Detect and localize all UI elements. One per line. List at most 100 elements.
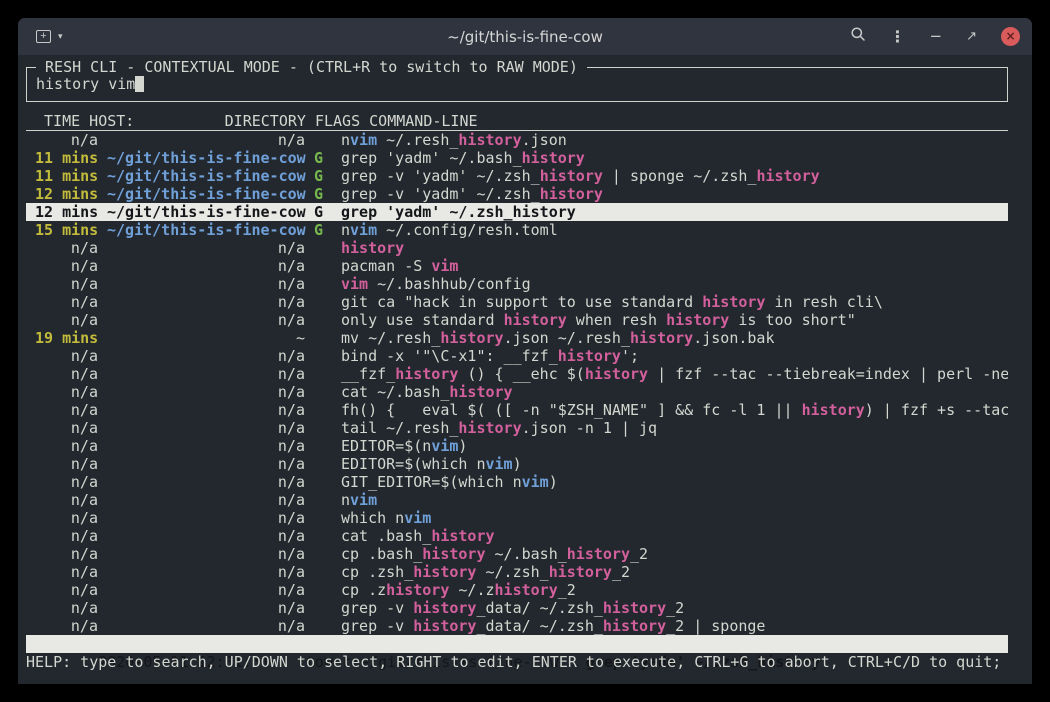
history-list: n/an/anvim ~/.resh_history.json11 mins~/… <box>26 131 1008 635</box>
history-row[interactable]: n/an/agrep -v history_data/ ~/.zsh_histo… <box>26 617 1008 635</box>
restore-button[interactable]: ↗ <box>966 27 977 46</box>
history-row[interactable]: n/an/avim ~/.bashhub/config <box>26 275 1008 293</box>
command-segment: grep 'yadm' ~/.bash_ <box>341 149 522 167</box>
history-row[interactable]: n/an/aonly use standard history when res… <box>26 311 1008 329</box>
minimize-button[interactable]: − <box>930 27 943 46</box>
history-row-selected[interactable]: 12 mins~/git/this-is-fine-cowGgrep 'yadm… <box>26 203 1008 221</box>
command-segment: history <box>504 311 567 329</box>
row-time: n/a <box>35 365 98 383</box>
row-command: grep -v history_data/ ~/.zsh_history_2 |… <box>341 617 765 635</box>
command-segment: ~/.config/resh.toml <box>377 221 558 239</box>
row-directory: n/a <box>107 131 305 149</box>
history-row[interactable]: n/an/afh() { eval $( ([ -n "$ZSH_NAME" ]… <box>26 401 1008 419</box>
row-directory: n/a <box>107 599 305 617</box>
row-time: n/a <box>35 455 98 473</box>
new-tab-button[interactable]: + ▾ <box>30 26 69 47</box>
history-row[interactable]: n/an/acp .bash_history ~/.bash_history_2 <box>26 545 1008 563</box>
row-time: n/a <box>35 275 98 293</box>
row-time: 12 mins <box>35 185 98 203</box>
search-icon[interactable] <box>850 26 866 47</box>
history-row[interactable]: n/an/acp .zhistory ~/.zhistory_2 <box>26 581 1008 599</box>
history-row[interactable]: n/an/agit ca "hack in support to use sta… <box>26 293 1008 311</box>
command-segment: history <box>458 419 521 437</box>
row-directory: n/a <box>107 527 305 545</box>
command-segment: mv ~/.resh_ <box>341 329 440 347</box>
history-row[interactable]: n/an/acat ~/.bash_history <box>26 383 1008 401</box>
row-command: cp .zsh_history ~/.zsh_history_2 <box>341 563 630 581</box>
row-directory: ~/git/this-is-fine-cow <box>107 221 305 239</box>
history-row[interactable]: 12 mins~/git/this-is-fine-cowGgrep -v 'y… <box>26 185 1008 203</box>
history-row[interactable]: n/an/aGIT_EDITOR=$(which nvim) <box>26 473 1008 491</box>
command-segment: _2 | sponge <box>666 617 765 635</box>
history-row[interactable]: 11 mins~/git/this-is-fine-cowGgrep 'yadm… <box>26 149 1008 167</box>
command-segment: history <box>413 617 476 635</box>
row-directory: n/a <box>107 419 305 437</box>
history-row[interactable]: 15 mins~/git/this-is-fine-cowGnvim ~/.co… <box>26 221 1008 239</box>
command-segment: history <box>567 545 630 563</box>
command-segment: .json ~/.resh_ <box>504 329 630 347</box>
close-button[interactable]: × <box>1001 27 1020 46</box>
history-row[interactable]: n/an/abind -x '"\C-x1": __fzf_history'; <box>26 347 1008 365</box>
row-time: n/a <box>35 437 98 455</box>
row-command: tail ~/.resh_history.json -n 1 | jq <box>341 419 657 437</box>
history-row[interactable]: 19 mins~mv ~/.resh_history.json ~/.resh_… <box>26 329 1008 347</box>
history-row[interactable]: n/an/a__fzf_history () { __ehc $(history… <box>26 365 1008 383</box>
command-segment: cp .z <box>341 581 386 599</box>
command-segment: _data/ ~/.zsh_ <box>476 599 602 617</box>
menu-icon[interactable]: ⋮ <box>890 27 906 46</box>
row-command: grep -v 'yadm' ~/.zsh_history | sponge ~… <box>341 167 820 185</box>
history-row[interactable]: n/an/agrep -v history_data/ ~/.zsh_histo… <box>26 599 1008 617</box>
row-directory: n/a <box>107 239 305 257</box>
command-segment: grep -v 'yadm' ~/.zsh_ <box>341 185 540 203</box>
search-query-text: history vim <box>36 75 135 93</box>
history-row[interactable]: n/an/apacman -S vim <box>26 257 1008 275</box>
search-frame-title: RESH CLI - CONTEXTUAL MODE - (CTRL+R to … <box>36 58 587 76</box>
row-flags: G <box>314 221 332 239</box>
row-time: n/a <box>35 581 98 599</box>
row-command: nvim ~/.resh_history.json <box>341 131 567 149</box>
command-segment: history <box>341 239 404 257</box>
command-segment: history <box>603 599 666 617</box>
row-command: grep 'yadm' ~/.bash_history <box>341 149 585 167</box>
row-time: n/a <box>35 401 98 419</box>
history-row[interactable]: n/an/anvim <box>26 491 1008 509</box>
history-row[interactable]: 11 mins~/git/this-is-fine-cowGgrep -v 'y… <box>26 167 1008 185</box>
row-time: n/a <box>35 131 98 149</box>
chevron-down-icon: ▾ <box>58 31 63 42</box>
command-segment: ~/.zsh_ <box>476 563 548 581</box>
row-time: n/a <box>35 383 98 401</box>
command-segment: history <box>630 329 693 347</box>
command-segment: | sponge ~/.zsh_ <box>603 167 757 185</box>
command-segment: GIT_EDITOR=$(which n <box>341 473 522 491</box>
command-segment: ~/.bashhub/config <box>368 275 531 293</box>
history-row[interactable]: n/an/acp .zsh_history ~/.zsh_history_2 <box>26 563 1008 581</box>
command-segment: history <box>386 581 449 599</box>
help-line: HELP: type to search, UP/DOWN to select,… <box>26 653 1008 671</box>
row-command: grep 'yadm' ~/.zsh_history <box>341 203 576 221</box>
command-segment: which n <box>341 509 404 527</box>
command-segment: history <box>756 167 819 185</box>
command-segment: bind -x '"\C-x1": __fzf_ <box>341 347 558 365</box>
command-segment: history <box>413 599 476 617</box>
history-row[interactable]: n/a n/a nvim ~/.resh_history.json <box>26 131 1008 149</box>
history-row[interactable]: n/an/aEDITOR=$(nvim) <box>26 437 1008 455</box>
command-segment: history <box>540 185 603 203</box>
history-row[interactable]: n/an/ahistory <box>26 239 1008 257</box>
row-directory: ~/git/this-is-fine-cow <box>107 149 305 167</box>
history-row[interactable]: n/an/acat .bash_history <box>26 527 1008 545</box>
row-directory: n/a <box>107 455 305 473</box>
history-row[interactable]: n/an/atail ~/.resh_history.json -n 1 | j… <box>26 419 1008 437</box>
command-segment: grep 'yadm' ~/.zsh_ <box>341 203 513 221</box>
command-segment: n <box>341 131 350 149</box>
command-segment: '; <box>621 347 639 365</box>
row-time: 11 mins <box>35 167 98 185</box>
command-segment: ) <box>513 455 522 473</box>
row-directory: n/a <box>107 311 305 329</box>
plus-glyph: + <box>37 30 50 43</box>
history-row[interactable]: n/an/aEDITOR=$(which nvim) <box>26 455 1008 473</box>
row-directory: n/a <box>107 617 305 635</box>
command-segment: .json -n 1 | jq <box>522 419 657 437</box>
command-segment: ) | fzf +s --tac <box>865 401 1008 419</box>
titlebar[interactable]: + ▾ ~/git/this-is-fine-cow ⋮ − ↗ × <box>18 18 1032 55</box>
history-row[interactable]: n/an/awhich nvim <box>26 509 1008 527</box>
